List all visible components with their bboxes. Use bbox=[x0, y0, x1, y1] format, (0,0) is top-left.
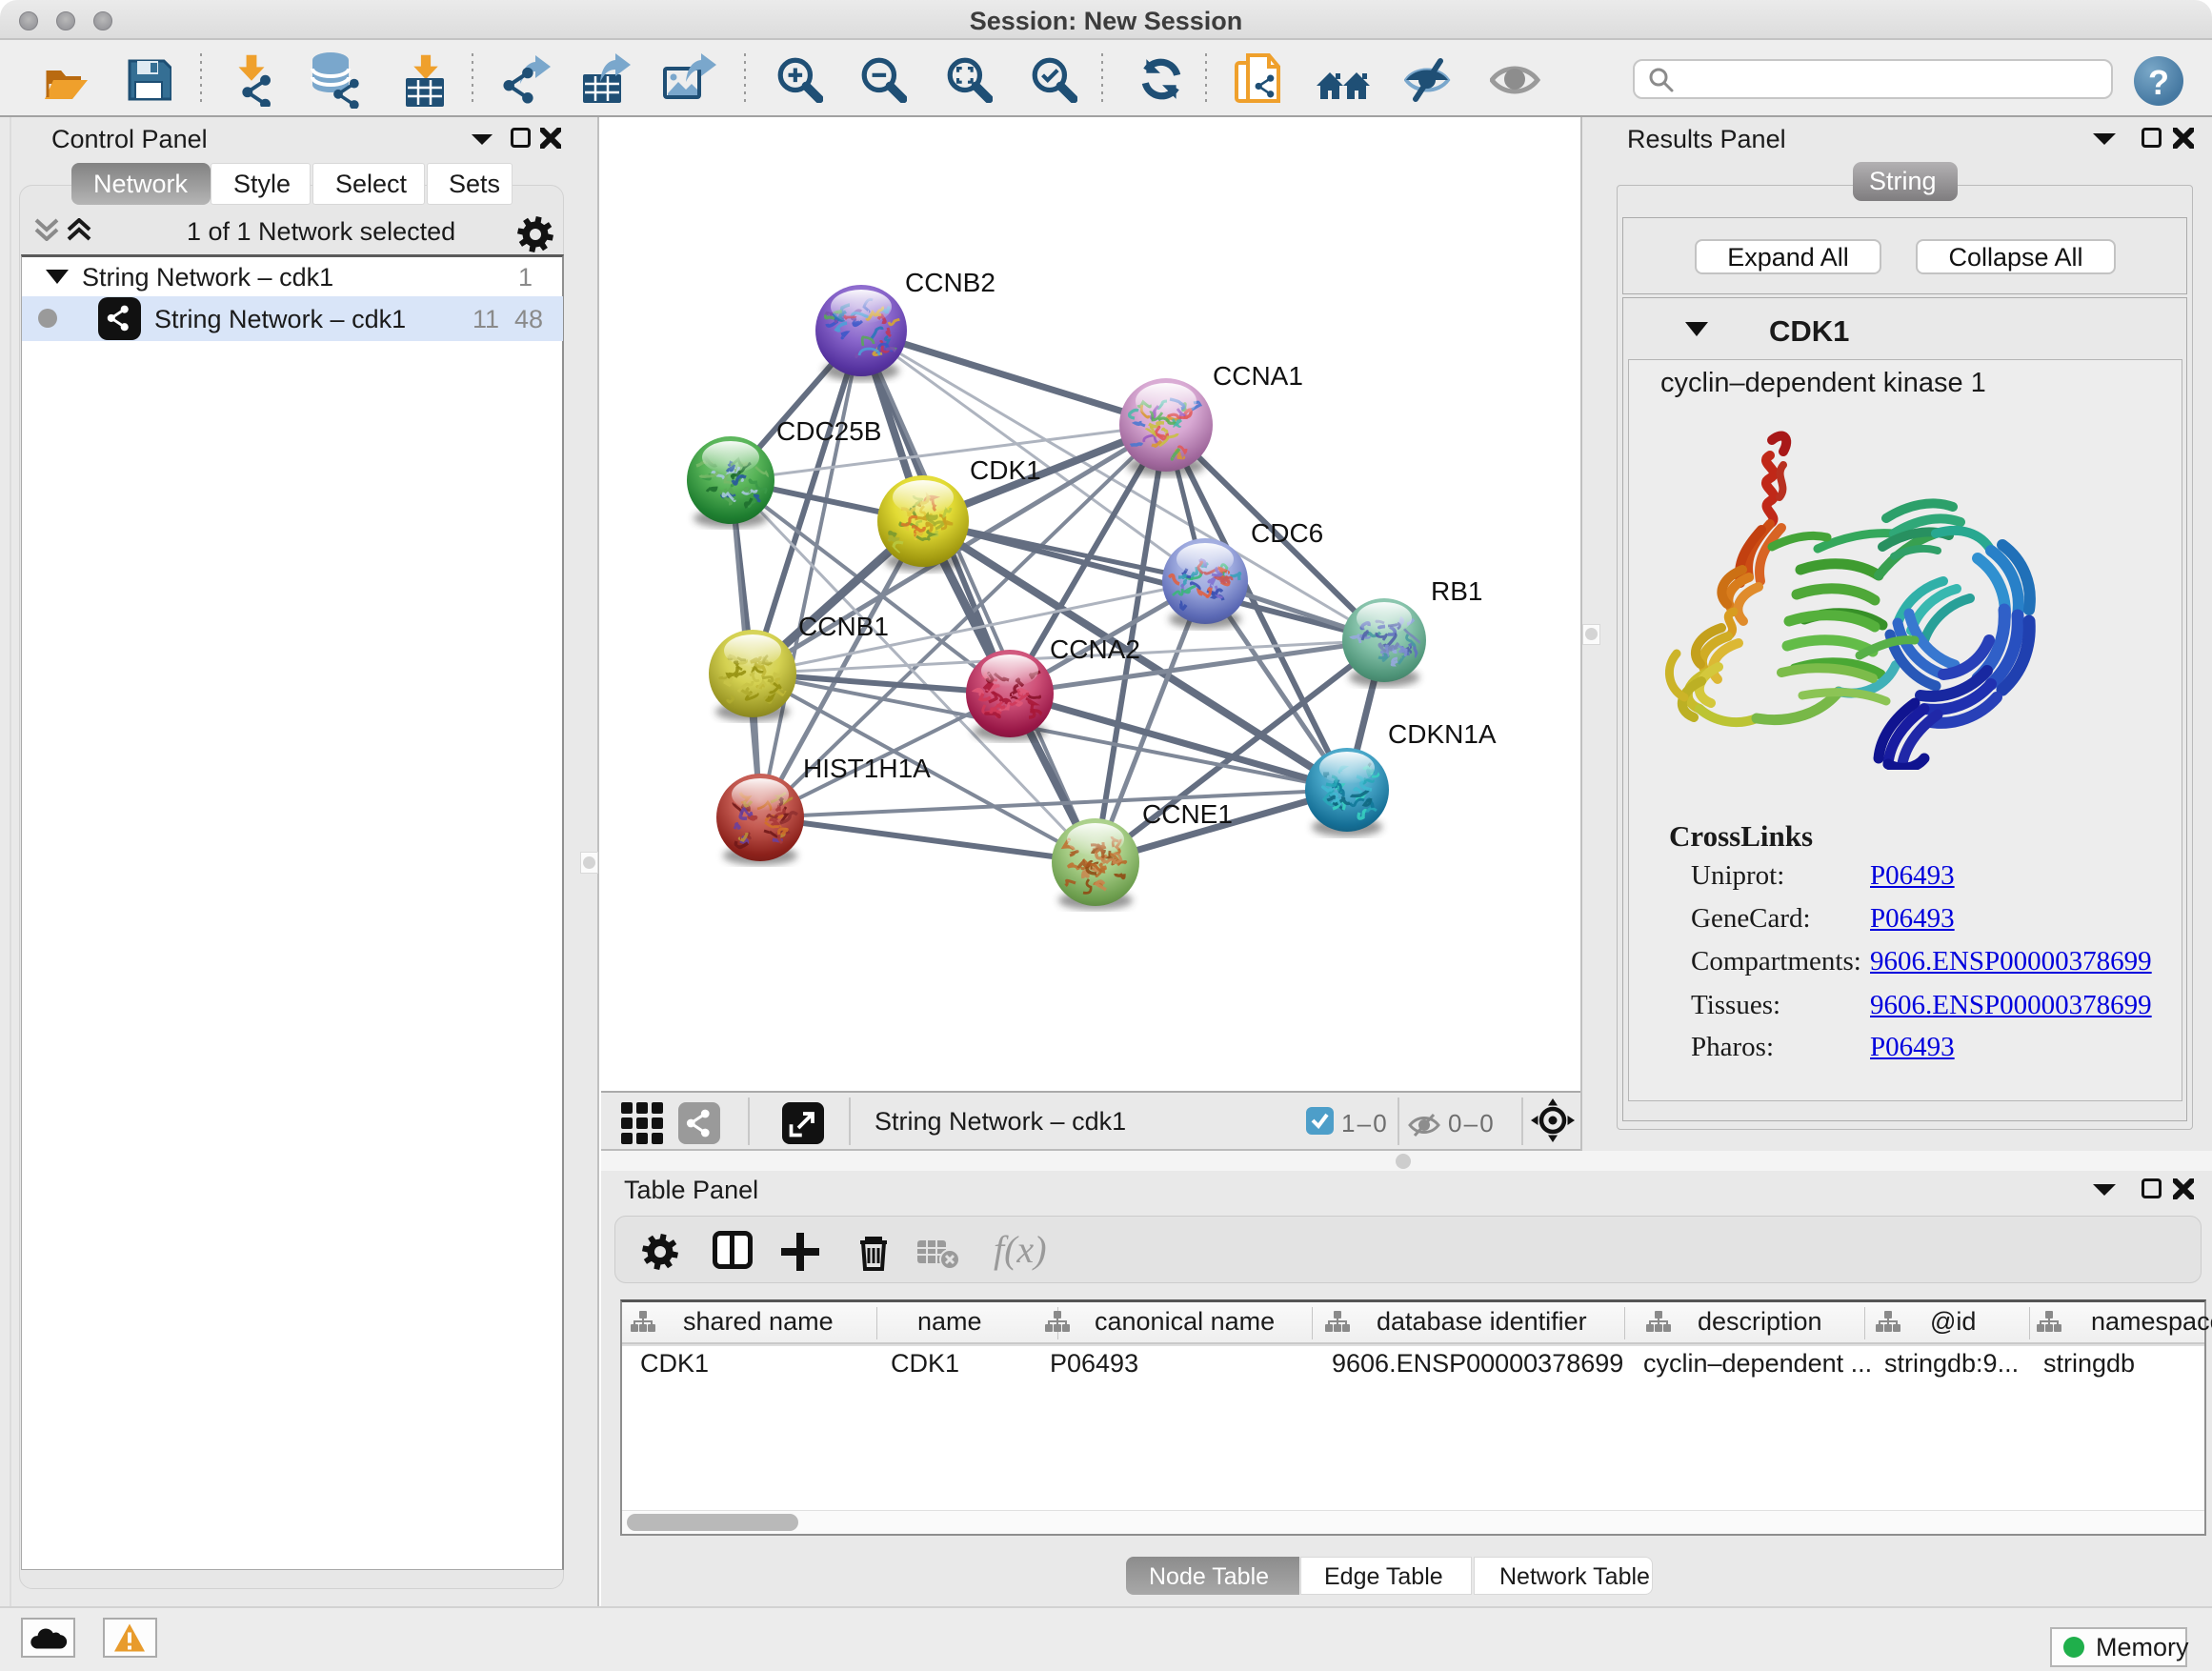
svg-text:CCNA2: CCNA2 bbox=[1050, 634, 1140, 664]
svg-text:CDC6: CDC6 bbox=[1251, 518, 1323, 548]
svg-text:RB1: RB1 bbox=[1431, 576, 1482, 606]
svg-text:CCNB2: CCNB2 bbox=[905, 268, 995, 297]
svg-text:CDC25B: CDC25B bbox=[776, 416, 881, 446]
svg-text:CDK1: CDK1 bbox=[970, 455, 1041, 485]
svg-text:CDKN1A: CDKN1A bbox=[1388, 719, 1497, 749]
svg-text:CCNB1: CCNB1 bbox=[798, 612, 889, 641]
svg-text:HIST1H1A: HIST1H1A bbox=[803, 754, 931, 783]
svg-text:CCNE1: CCNE1 bbox=[1142, 799, 1233, 829]
svg-text:CCNA1: CCNA1 bbox=[1213, 361, 1303, 391]
